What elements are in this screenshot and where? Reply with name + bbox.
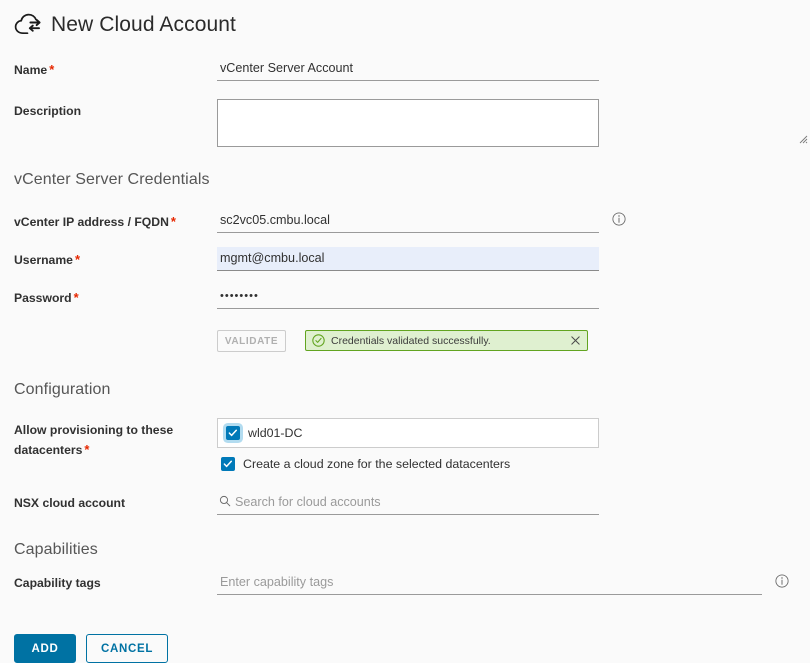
cancel-button[interactable]: CANCEL [86,634,169,663]
required-marker: * [73,290,79,305]
field-row-username: Username * [0,247,810,271]
section-title-credentials: vCenter Server Credentials [14,171,210,188]
page-header: New Cloud Account [0,0,810,38]
capability-tags-label: Capability tags [14,576,101,590]
password-input[interactable] [217,285,599,309]
page-title: New Cloud Account [51,12,236,36]
field-row-datacenters: Allow provisioning to these datacenters *… [0,418,810,471]
check-icon [228,429,238,437]
datacenter-list: wld01-DC [217,418,599,448]
footer-actions: ADD CANCEL [0,634,810,663]
validate-spacer [14,330,217,333]
field-row-nsx: NSX cloud account [0,491,810,515]
field-row-description: Description [0,99,810,147]
cloud-sync-icon [14,13,41,34]
username-control [217,247,810,271]
cloud-zone-checkbox[interactable] [221,457,235,471]
password-control [217,285,810,309]
nsx-label: NSX cloud account [14,496,126,510]
search-icon [219,495,231,507]
field-row-name: Name * [0,57,810,81]
capability-tags-input[interactable] [217,571,762,595]
new-cloud-account-page: New Cloud Account Name* Description vCen… [0,0,810,663]
description-label: Description [14,104,82,118]
check-icon [223,460,233,468]
required-marker: * [49,62,55,77]
info-icon[interactable] [612,212,626,226]
close-icon[interactable] [570,335,581,346]
alert-message: Credentials validated successfully. [331,334,491,347]
section-title-capabilities: Capabilities [14,541,98,558]
name-control [217,57,810,81]
section-title-configuration: Configuration [14,381,111,398]
password-label: Password * [14,290,79,305]
resize-grip-icon[interactable] [799,135,808,144]
name-label: Name * [14,62,55,77]
fqdn-control [217,209,810,233]
fqdn-input[interactable] [217,209,599,233]
username-input[interactable] [217,247,599,271]
field-row-validate: VALIDATE Credentials validated successfu… [0,330,810,352]
info-icon[interactable] [775,574,789,588]
cloud-zone-row[interactable]: Create a cloud zone for the selected dat… [221,457,810,471]
fqdn-label: vCenter IP address / FQDN * [14,214,176,229]
validate-button[interactable]: VALIDATE [217,330,286,352]
add-button[interactable]: ADD [14,634,76,663]
nsx-control [217,491,810,515]
username-label: Username * [14,252,81,267]
datacenters-control: wld01-DC Create a cloud zone for the sel… [217,418,810,471]
required-marker: * [84,442,90,457]
nsx-search-input[interactable] [217,491,599,515]
name-input[interactable] [217,57,599,81]
field-row-fqdn: vCenter IP address / FQDN * [0,209,810,233]
datacenter-label: wld01-DC [248,426,303,440]
capability-tags-control [217,571,810,595]
cloud-zone-label: Create a cloud zone for the selected dat… [243,457,511,471]
description-control [217,99,810,147]
validate-control: VALIDATE Credentials validated successfu… [217,330,810,352]
check-circle-icon [312,334,325,347]
field-row-password: Password * [0,285,810,309]
required-marker: * [74,252,81,267]
description-textarea[interactable] [217,99,599,147]
required-marker: * [170,214,176,229]
field-row-capability-tags: Capability tags [0,571,810,595]
datacenter-checkbox-wld01-dc[interactable] [226,426,240,440]
validation-success-alert: Credentials validated successfully. [305,330,588,351]
datacenters-label: Allow provisioning to these datacenters * [14,423,174,457]
